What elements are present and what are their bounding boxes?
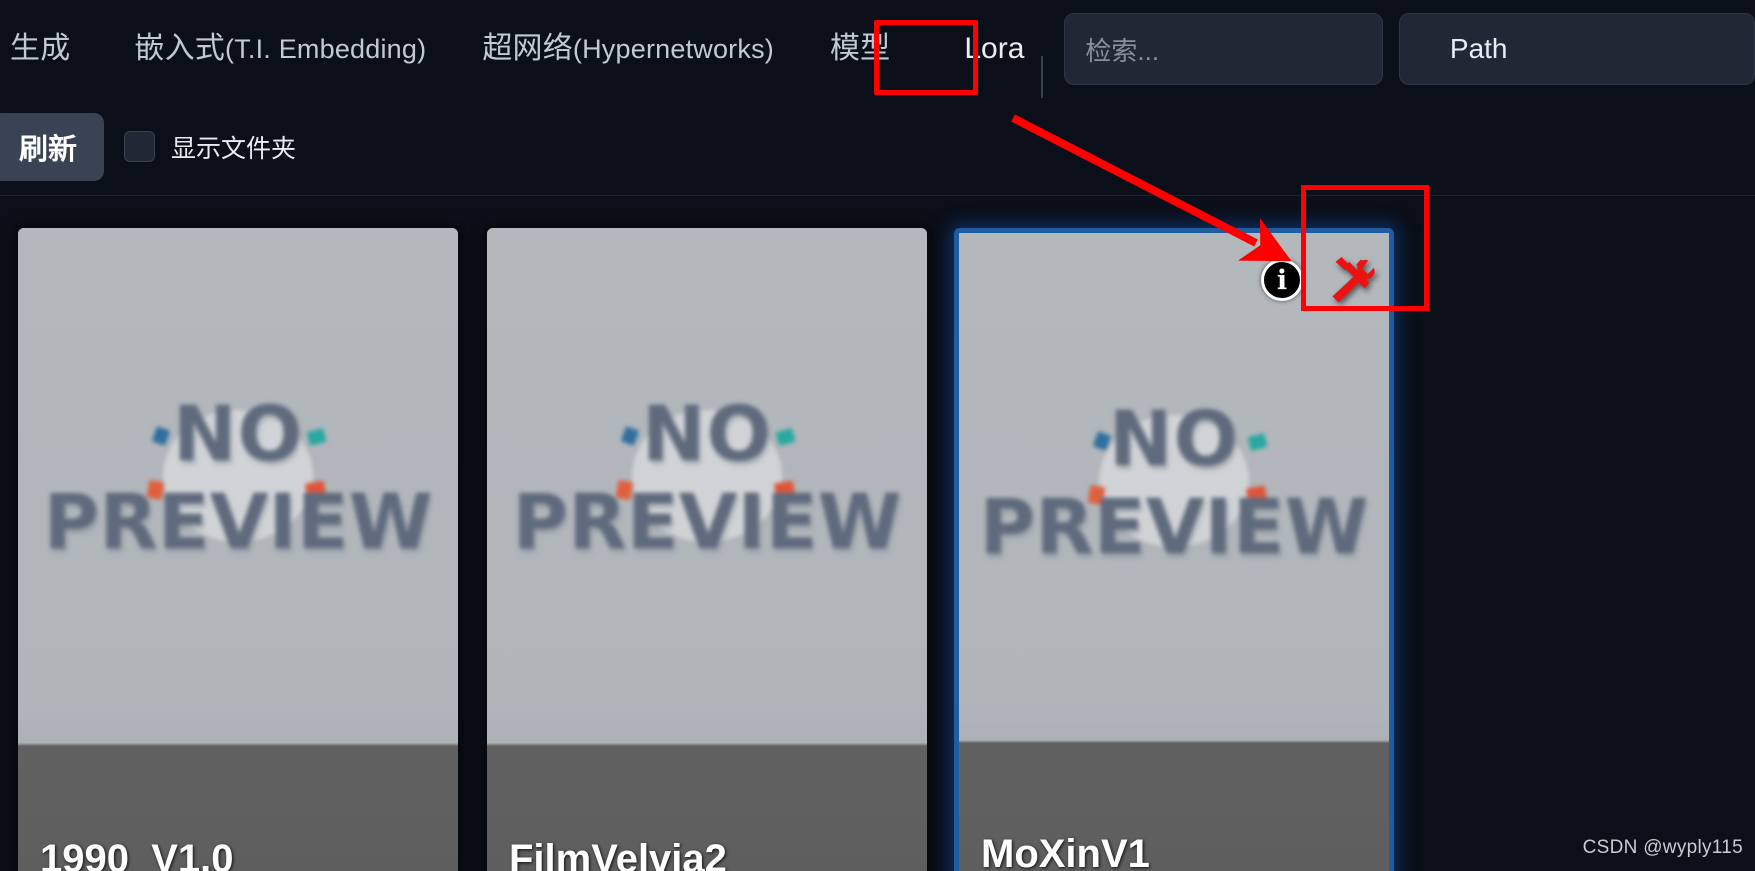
- card-thumbnail: NO PREVIEW: [18, 228, 458, 871]
- refresh-button-label: 刷新: [18, 133, 77, 166]
- card-name: 1990_V1.0: [40, 837, 234, 871]
- no-preview-line-1: NO: [641, 389, 773, 478]
- refresh-button[interactable]: 刷新: [0, 112, 104, 181]
- tab-lora[interactable]: Lora: [946, 0, 1044, 98]
- show-folders-label: 显示文件夹: [171, 134, 297, 163]
- no-preview-line-1: NO: [1108, 394, 1240, 483]
- lora-card[interactable]: NO PREVIEW 1990_V1.0: [18, 228, 458, 871]
- tab-embedding-label: 嵌入式: [134, 32, 226, 65]
- card-thumbnail: NO PREVIEW: [959, 233, 1389, 871]
- tab-generate[interactable]: 生成: [10, 34, 70, 64]
- tab-embedding[interactable]: 嵌入式(T.I. Embedding): [134, 34, 426, 64]
- show-folders-checkbox[interactable]: 显示文件夹: [124, 129, 296, 165]
- card-thumbnail: NO PREVIEW: [487, 228, 927, 871]
- card-action-bar: i: [1261, 251, 1379, 309]
- no-preview-line-1: NO: [172, 389, 304, 478]
- tab-model[interactable]: 模型: [830, 34, 890, 64]
- tab-hypernetworks-suffix: (Hypernetworks): [572, 34, 774, 64]
- top-tab-bar: 生成 嵌入式(T.I. Embedding) 超网络(Hypernetworks…: [0, 0, 1755, 98]
- no-preview-line-2: PREVIEW: [512, 477, 902, 566]
- no-preview-placeholder: NO PREVIEW: [487, 396, 927, 560]
- lora-card-grid: NO PREVIEW 1990_V1.0 NO PREVIEW FilmVelv…: [0, 196, 1755, 871]
- tab-hypernetworks-label: 超网络: [482, 32, 573, 65]
- lora-toolbar: 刷新 显示文件夹: [0, 98, 1755, 196]
- app-root: 生成 嵌入式(T.I. Embedding) 超网络(Hypernetworks…: [0, 0, 1755, 871]
- tab-lora-label: Lora: [964, 32, 1025, 65]
- search-input[interactable]: 检索...: [1064, 13, 1383, 85]
- lora-card-selected[interactable]: NO PREVIEW i MoXinV1: [954, 228, 1394, 871]
- card-name: MoXinV1: [981, 832, 1150, 871]
- tab-generate-label: 生成: [10, 32, 71, 65]
- no-preview-placeholder: NO PREVIEW: [18, 396, 458, 560]
- info-icon[interactable]: i: [1261, 259, 1303, 301]
- path-button-label: Path: [1449, 33, 1508, 64]
- tab-divider: [1041, 56, 1044, 98]
- path-button[interactable]: Path: [1398, 13, 1755, 85]
- no-preview-line-2: PREVIEW: [43, 477, 433, 566]
- lora-card[interactable]: NO PREVIEW FilmVelvia2: [487, 228, 927, 871]
- tab-embedding-suffix: (T.I. Embedding): [225, 34, 427, 64]
- no-preview-line-2: PREVIEW: [979, 482, 1369, 571]
- card-name: FilmVelvia2: [509, 837, 727, 871]
- tab-model-label: 模型: [829, 32, 891, 65]
- checkbox-box[interactable]: [124, 131, 155, 162]
- search-placeholder: 检索...: [1085, 35, 1160, 66]
- no-preview-placeholder: NO PREVIEW: [959, 401, 1389, 565]
- info-icon-glyph: i: [1276, 264, 1288, 296]
- tab-hypernetworks[interactable]: 超网络(Hypernetworks): [482, 34, 774, 64]
- tools-icon[interactable]: [1321, 251, 1379, 309]
- watermark: CSDN @wyply115: [1582, 837, 1743, 858]
